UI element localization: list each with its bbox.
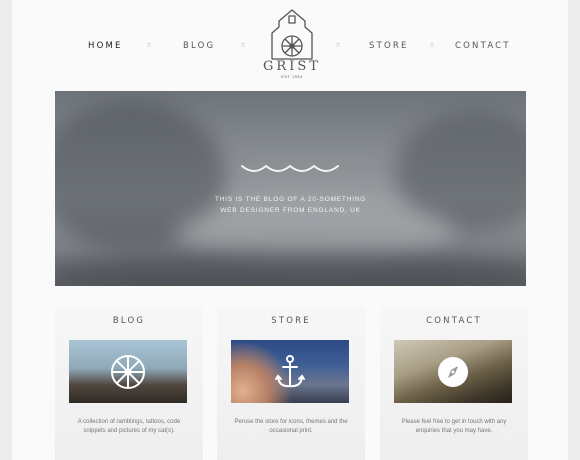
hero-tagline-line2: web designer from England, UK <box>220 207 361 214</box>
wheel-icon <box>111 355 145 389</box>
contact-card-image[interactable] <box>394 340 512 403</box>
nav-home-link[interactable]: HOME <box>88 41 123 51</box>
hero-ground-blur <box>55 251 526 286</box>
logo-subtitle: EST 1984 <box>281 74 303 79</box>
nav-separator: x <box>147 40 151 49</box>
blog-card-title: BLOG <box>112 316 146 326</box>
nav-contact-link[interactable]: CONTACT <box>455 41 511 51</box>
store-card-title: STORE <box>271 316 311 326</box>
contact-card-description: Please feel free to get in touch with an… <box>401 419 507 434</box>
store-card[interactable]: STORE Peruse the store for icons, themes… <box>217 307 365 460</box>
store-card-description: Peruse the store for icons, themes and t… <box>234 419 348 434</box>
blog-card-description: A collection of ramblings, tattoos, code… <box>77 419 181 434</box>
compass-icon <box>438 357 468 387</box>
nav-separator: x <box>336 40 340 49</box>
nav-separator: x <box>430 40 434 49</box>
nav-blog-link[interactable]: BLOG <box>183 41 215 51</box>
wave-icon <box>241 164 339 172</box>
contact-card[interactable]: CONTACT Please feel free to get in touch… <box>380 307 528 460</box>
hero-tagline-line1: This is the blog of a 20-something <box>214 196 367 203</box>
store-card-image[interactable] <box>231 340 349 403</box>
blog-card-image[interactable] <box>69 340 187 403</box>
hero-tagline: This is the blog of a 20-something web d… <box>55 194 526 216</box>
nav-separator: x <box>241 40 245 49</box>
contact-card-title: CONTACT <box>426 316 482 326</box>
anchor-icon <box>275 355 305 388</box>
nav-store-link[interactable]: STORE <box>369 41 409 51</box>
hero-banner: This is the blog of a 20-something web d… <box>55 91 526 286</box>
logo-title: GRIST <box>263 59 321 74</box>
blog-card[interactable]: BLOG A collection of ramblings, tattoos,… <box>55 307 203 460</box>
